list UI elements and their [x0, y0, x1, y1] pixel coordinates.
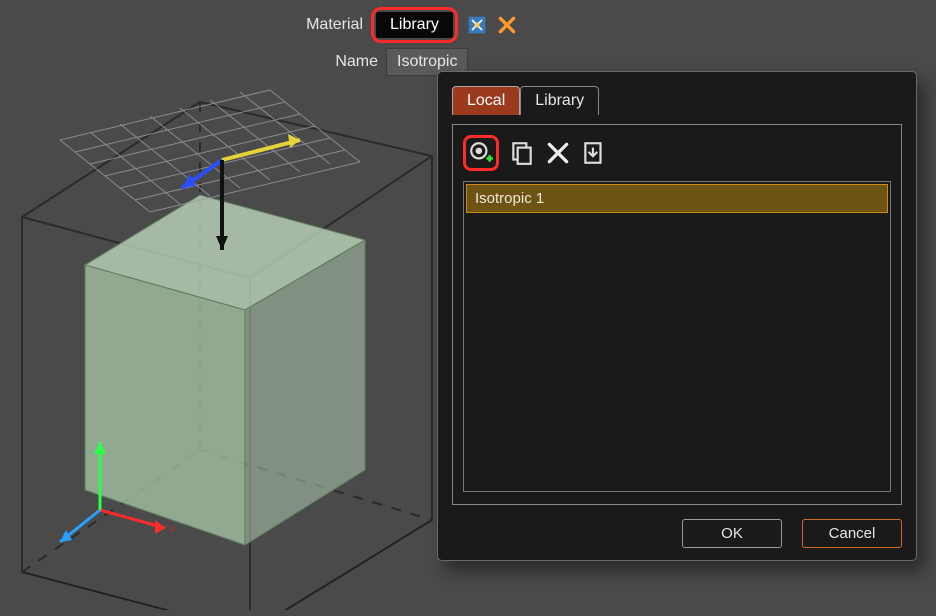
dialog-buttons: OK Cancel [452, 515, 902, 548]
material-library-button[interactable]: Library [376, 12, 453, 38]
dialog-tabs: Local Library [452, 86, 902, 115]
material-label: Material [305, 16, 363, 34]
material-row: Material Library [305, 7, 518, 43]
dialog-toolbar [463, 135, 891, 171]
edit-material-icon[interactable] [466, 14, 488, 36]
svg-text:x: x [170, 523, 176, 535]
remove-material-icon[interactable] [496, 14, 518, 36]
library-chip-highlight: Library [371, 7, 458, 43]
new-material-highlight [463, 135, 499, 171]
dialog-panel: Isotropic 1 [452, 124, 902, 505]
new-material-icon[interactable] [468, 140, 494, 166]
cancel-button[interactable]: Cancel [802, 519, 902, 548]
import-icon[interactable] [581, 140, 607, 166]
ok-button[interactable]: OK [682, 519, 782, 548]
tab-library[interactable]: Library [520, 86, 599, 115]
list-item[interactable]: Isotropic 1 [466, 184, 888, 213]
material-library-dialog: Local Library I [437, 71, 917, 561]
material-list[interactable]: Isotropic 1 [463, 181, 891, 492]
copy-icon[interactable] [509, 140, 535, 166]
app-canvas: { "header": { "material_label": "Materia… [0, 0, 936, 616]
viewport-3d[interactable]: x [0, 50, 470, 610]
delete-icon[interactable] [545, 140, 571, 166]
tab-local[interactable]: Local [452, 86, 520, 115]
